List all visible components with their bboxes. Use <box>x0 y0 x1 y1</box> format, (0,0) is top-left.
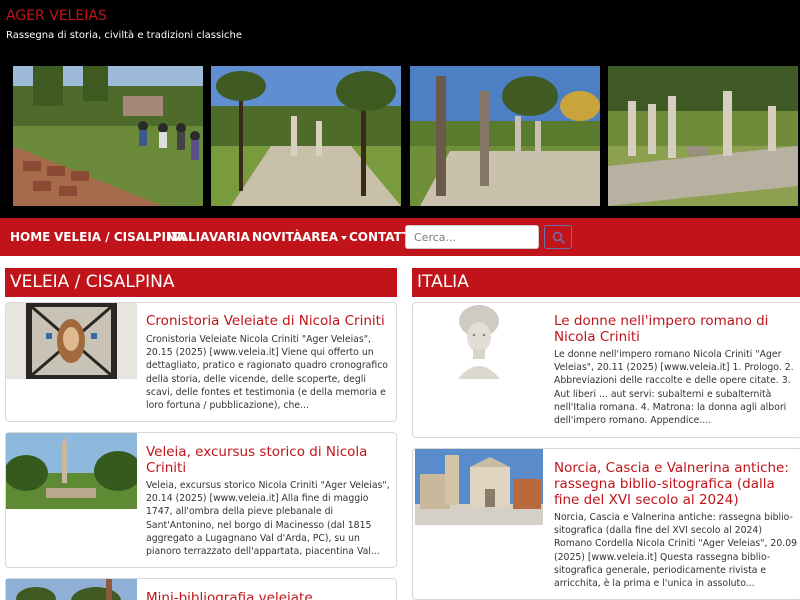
search-input[interactable] <box>405 225 539 249</box>
nav-item-novita[interactable]: NOVITÀ <box>252 230 302 244</box>
article-thumbnail-bibliography[interactable] <box>6 579 137 600</box>
banner-photo-forum <box>410 66 600 206</box>
article-card: Norcia, Cascia e Valnerina antiche: rass… <box>412 448 800 600</box>
article-thumbnail-mosaic[interactable] <box>6 303 137 379</box>
article-card: Veleia, excursus storico di Nicola Crini… <box>5 432 397 568</box>
nav-item-varia[interactable]: VARIA <box>209 230 250 244</box>
article-thumbnail-veleia[interactable] <box>6 433 137 509</box>
article-thumbnail-roman-woman-bust[interactable] <box>450 303 508 379</box>
article-title[interactable]: Mini-bibliografia veleiate <box>146 590 386 600</box>
article-thumbnail-norcia[interactable] <box>415 449 543 525</box>
article-excerpt: Cronistoria Veleiate Nicola Criniti "Age… <box>146 334 388 412</box>
site-title[interactable]: AGER VELEIAS <box>6 8 107 24</box>
main-navbar: HOME VELEIA / CISALPINA ITALIA VARIA NOV… <box>0 218 800 256</box>
section-title-veleia: VELEIA / CISALPINA <box>5 268 397 297</box>
article-title[interactable]: Veleia, excursus storico di Nicola Crini… <box>146 444 386 476</box>
article-card: Le donne nell'impero romano di Nicola Cr… <box>412 302 800 438</box>
article-excerpt: Norcia, Cascia e Valnerina antiche: rass… <box>554 512 798 590</box>
banner-photo-excavation <box>13 66 203 206</box>
article-title[interactable]: Cronistoria Veleiate di Nicola Criniti <box>146 313 386 329</box>
nav-item-home[interactable]: HOME <box>10 230 50 244</box>
search-icon <box>552 231 566 245</box>
article-excerpt: Veleia, excursus storico Nicola Criniti … <box>146 480 390 558</box>
nav-item-veleia-cisalpina[interactable]: VELEIA / CISALPINA <box>54 230 185 244</box>
article-title[interactable]: Norcia, Cascia e Valnerina antiche: rass… <box>554 460 800 508</box>
site-header: AGER VELEIAS Rassegna di storia, civiltà… <box>0 0 800 218</box>
article-title[interactable]: Le donne nell'impero romano di Nicola Cr… <box>554 313 794 345</box>
section-title-italia: ITALIA <box>412 268 800 297</box>
banner-photo-columns-road <box>211 66 401 206</box>
nav-item-italia[interactable]: ITALIA <box>167 230 209 244</box>
caret-down-icon <box>341 235 348 240</box>
nav-item-area-label: AREA <box>302 230 339 244</box>
article-card: Cronistoria Veleiate di Nicola Criniti C… <box>5 302 397 422</box>
article-excerpt: Le donne nell'impero romano Nicola Crini… <box>554 349 794 427</box>
site-tagline: Rassegna di storia, civiltà e tradizioni… <box>6 30 242 41</box>
banner-photo-colonnade <box>608 66 798 206</box>
nav-item-area[interactable]: AREA <box>302 230 348 244</box>
article-card: Mini-bibliografia veleiate <box>5 578 397 600</box>
search-button[interactable] <box>544 225 572 249</box>
